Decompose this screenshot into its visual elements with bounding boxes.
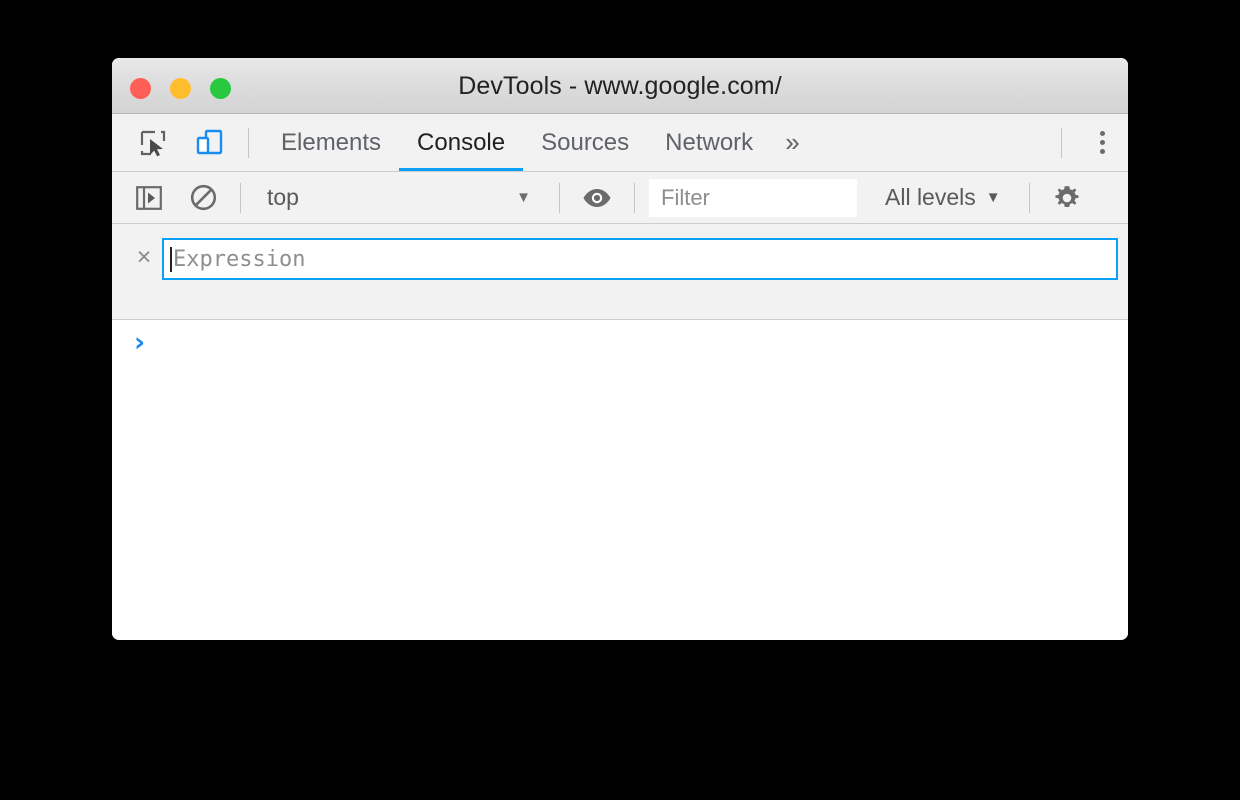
tab-console[interactable]: Console bbox=[399, 114, 524, 171]
execution-context-value: top bbox=[267, 184, 299, 210]
console-toolbar-divider-4 bbox=[1028, 182, 1030, 213]
live-expression-pane: × Expression bbox=[112, 224, 1128, 320]
clear-console-icon[interactable] bbox=[180, 178, 226, 218]
chevron-down-icon: ▼ bbox=[985, 189, 1001, 206]
live-expression-placeholder: Expression bbox=[173, 246, 306, 272]
tabbar-divider-right bbox=[1061, 127, 1062, 158]
more-tabs-icon[interactable]: » bbox=[771, 114, 813, 171]
settings-gear-icon[interactable] bbox=[1044, 178, 1090, 218]
console-prompt-row[interactable]: › bbox=[112, 320, 1128, 364]
device-toolbar-icon[interactable] bbox=[184, 121, 234, 165]
close-icon[interactable]: × bbox=[126, 238, 162, 276]
filter-input[interactable] bbox=[649, 178, 857, 217]
text-caret bbox=[170, 246, 172, 272]
tab-sources[interactable]: Sources bbox=[523, 114, 647, 171]
chevron-down-icon: ▼ bbox=[516, 189, 531, 206]
log-levels-select[interactable]: All levels ▼ bbox=[871, 178, 1015, 218]
devtools-window: DevTools - www.google.com/ Elements Cons… bbox=[112, 58, 1128, 640]
console-toolbar-divider-1 bbox=[240, 182, 241, 213]
console-toolbar: top ▼ All levels ▼ bbox=[112, 172, 1128, 224]
tab-network[interactable]: Network bbox=[647, 114, 771, 171]
title-bar: DevTools - www.google.com/ bbox=[112, 58, 1128, 114]
window-title: DevTools - www.google.com/ bbox=[458, 72, 782, 100]
create-live-expression-icon[interactable] bbox=[574, 178, 620, 218]
execution-context-select[interactable]: top ▼ bbox=[255, 178, 545, 218]
live-expression-input[interactable]: Expression bbox=[162, 238, 1118, 280]
console-toolbar-divider-2 bbox=[559, 182, 560, 213]
log-levels-value: All levels bbox=[885, 184, 976, 210]
more-options-icon[interactable] bbox=[1076, 121, 1128, 165]
inspect-element-icon[interactable] bbox=[128, 121, 178, 165]
tabbar-divider bbox=[248, 127, 249, 158]
console-output-area[interactable]: › bbox=[112, 320, 1128, 638]
console-prompt-chevron-icon: › bbox=[134, 326, 146, 358]
show-console-sidebar-icon[interactable] bbox=[126, 178, 172, 218]
main-tab-bar: Elements Console Sources Network » bbox=[112, 114, 1128, 172]
tab-elements[interactable]: Elements bbox=[263, 114, 399, 171]
console-toolbar-divider-3 bbox=[634, 182, 635, 213]
